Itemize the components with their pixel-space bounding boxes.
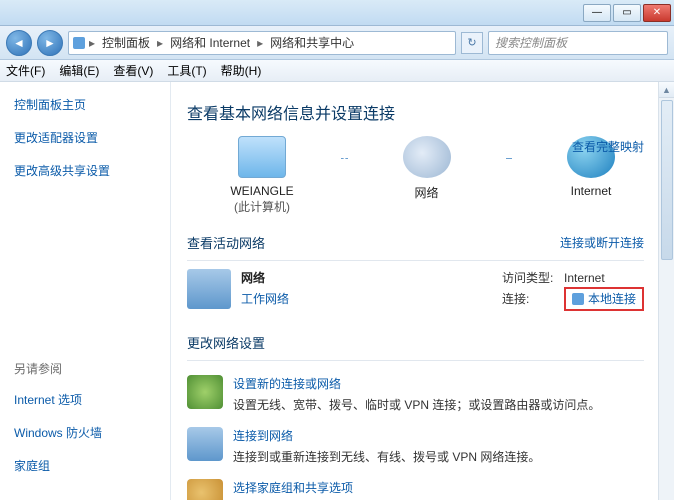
search-input[interactable]: 搜索控制面板 <box>488 31 668 55</box>
network-map: WEIANGLE (此计算机) 网络 Internet 查看完整映射 <box>187 136 644 221</box>
main-panel: 查看基本网络信息并设置连接 WEIANGLE (此计算机) 网络 Interne… <box>171 82 658 500</box>
close-button[interactable]: ✕ <box>643 4 671 22</box>
control-panel-icon <box>73 37 85 49</box>
local-connection-highlight: 本地连接 <box>564 287 644 311</box>
setting-new-connection[interactable]: 设置新的连接或网络 设置无线、宽带、拨号、临时或 VPN 连接；或设置路由器或访… <box>187 375 644 413</box>
scroll-up-arrow[interactable]: ▲ <box>659 82 674 98</box>
node-label: 网络 <box>392 184 462 201</box>
map-line <box>341 158 348 159</box>
refresh-button[interactable]: ↻ <box>461 32 483 54</box>
computer-icon <box>238 136 286 178</box>
setting-desc: 连接到或重新连接到无线、有线、拨号或 VPN 网络连接。 <box>233 448 540 465</box>
connection-label: 连接: <box>502 290 554 308</box>
setting-title: 连接到网络 <box>233 427 540 444</box>
setting-connect-network[interactable]: 连接到网络 连接到或重新连接到无线、有线、拨号或 VPN 网络连接。 <box>187 427 644 465</box>
network-icon <box>403 136 451 178</box>
setting-desc: 设置无线、宽带、拨号、临时或 VPN 连接；或设置路由器或访问点。 <box>233 396 600 413</box>
nav-back-button[interactable]: ◄ <box>6 30 32 56</box>
settings-list: 设置新的连接或网络 设置无线、宽带、拨号、临时或 VPN 连接；或设置路由器或访… <box>187 375 644 500</box>
menu-bar: 文件(F) 编辑(E) 查看(V) 工具(T) 帮助(H) <box>0 60 674 82</box>
active-network-row: 网络 工作网络 访问类型: Internet 连接: 本地连接 <box>187 269 644 311</box>
network-type-link[interactable]: 工作网络 <box>241 290 289 307</box>
menu-file[interactable]: 文件(F) <box>6 62 45 79</box>
change-settings-heading: 更改网络设置 <box>187 333 265 352</box>
vertical-scrollbar[interactable]: ▲ <box>658 82 674 500</box>
sidebar-item-sharing[interactable]: 更改高级共享设置 <box>14 162 158 179</box>
node-network: 网络 <box>392 136 462 201</box>
sidebar: 控制面板主页 更改适配器设置 更改高级共享设置 另请参阅 Internet 选项… <box>0 82 170 500</box>
setting-homegroup-sharing[interactable]: 选择家庭组和共享选项 访问位于其他网络计算机上的文件和打印机，或更改共享设置。 <box>187 479 644 500</box>
network-badge-icon <box>187 269 231 309</box>
sidebar-section-other: 另请参阅 <box>14 360 158 377</box>
sidebar-item-firewall[interactable]: Windows 防火墙 <box>14 424 158 441</box>
sidebar-item-homegroup[interactable]: 家庭组 <box>14 457 158 474</box>
content-area: 控制面板主页 更改适配器设置 更改高级共享设置 另请参阅 Internet 选项… <box>0 82 674 500</box>
breadcrumb-item[interactable]: 控制面板 <box>99 32 153 53</box>
scroll-thumb[interactable] <box>661 100 673 260</box>
connect-network-icon <box>187 427 223 461</box>
breadcrumb-item[interactable]: 网络和 Internet <box>167 32 253 53</box>
new-connection-icon <box>187 375 223 409</box>
breadcrumb-item[interactable]: 网络和共享中心 <box>267 32 357 53</box>
connect-disconnect-link[interactable]: 连接或断开连接 <box>560 234 644 251</box>
adapter-icon <box>572 293 584 305</box>
maximize-button[interactable]: ▭ <box>613 4 641 22</box>
active-networks-heading: 查看活动网络 <box>187 233 265 252</box>
node-label: Internet <box>556 184 626 198</box>
nav-forward-button[interactable]: ► <box>37 30 63 56</box>
sidebar-item-internet-options[interactable]: Internet 选项 <box>14 391 158 408</box>
divider <box>187 260 644 261</box>
active-network-name: 网络 <box>241 269 289 286</box>
menu-view[interactable]: 查看(V) <box>113 62 153 79</box>
address-bar: ◄ ► ▸ 控制面板 ▸ 网络和 Internet ▸ 网络和共享中心 ↻ 搜索… <box>0 26 674 60</box>
node-label: WEIANGLE <box>227 184 297 198</box>
setting-title: 选择家庭组和共享选项 <box>233 479 569 496</box>
access-type-value: Internet <box>564 269 605 287</box>
sidebar-item-adapter[interactable]: 更改适配器设置 <box>14 129 158 146</box>
menu-edit[interactable]: 编辑(E) <box>59 62 99 79</box>
menu-tools[interactable]: 工具(T) <box>167 62 206 79</box>
map-line <box>506 158 513 159</box>
divider <box>187 360 644 361</box>
local-connection-link[interactable]: 本地连接 <box>588 290 636 308</box>
minimize-button[interactable]: — <box>583 4 611 22</box>
breadcrumb[interactable]: ▸ 控制面板 ▸ 网络和 Internet ▸ 网络和共享中心 <box>68 31 456 55</box>
full-map-link[interactable]: 查看完整映射 <box>572 138 644 155</box>
node-this-pc: WEIANGLE (此计算机) <box>227 136 297 215</box>
node-sublabel: (此计算机) <box>227 198 297 215</box>
window-titlebar: — ▭ ✕ <box>0 0 674 26</box>
chevron-right-icon: ▸ <box>85 36 99 50</box>
sidebar-item-home[interactable]: 控制面板主页 <box>14 96 158 113</box>
chevron-right-icon: ▸ <box>253 36 267 50</box>
page-title: 查看基本网络信息并设置连接 <box>187 100 644 124</box>
menu-help[interactable]: 帮助(H) <box>221 62 262 79</box>
setting-title: 设置新的连接或网络 <box>233 375 600 392</box>
homegroup-icon <box>187 479 223 500</box>
access-type-label: 访问类型: <box>502 269 554 287</box>
chevron-right-icon: ▸ <box>153 36 167 50</box>
